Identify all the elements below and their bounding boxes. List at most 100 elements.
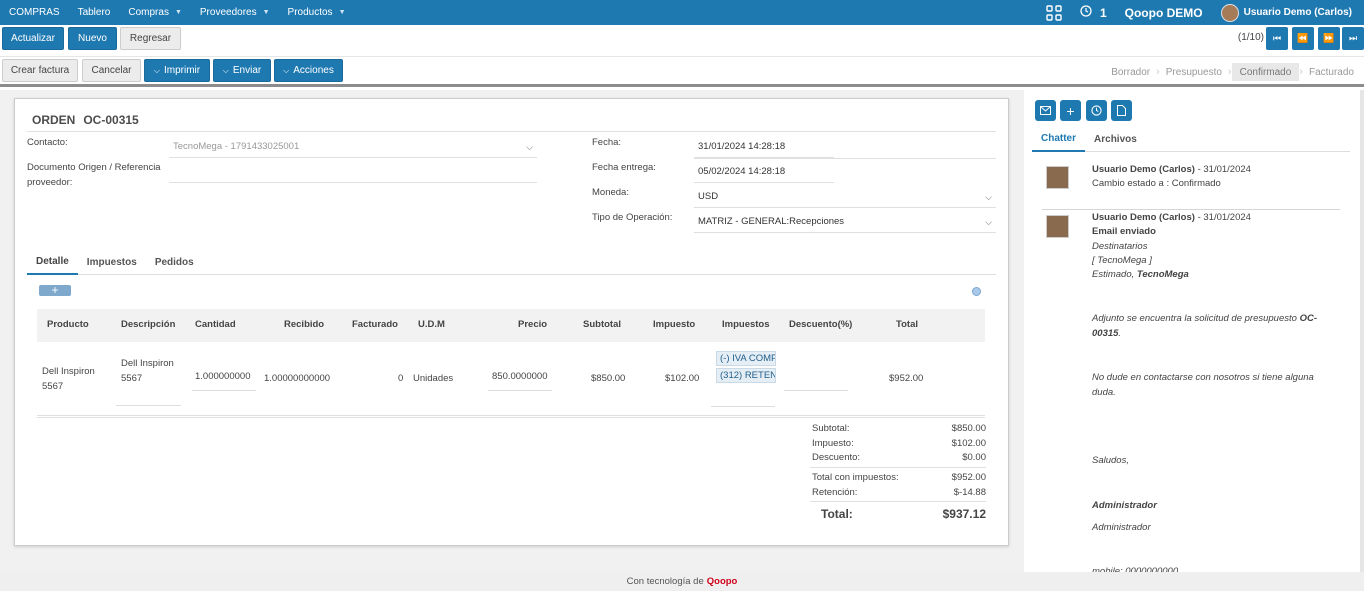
cancelar-button[interactable]: Cancelar — [82, 59, 141, 82]
msg2-header: Usuario Demo (Carlos) - 31/01/2024 — [1092, 212, 1251, 223]
cell-producto-line2: 5567 — [42, 381, 64, 392]
stage-confirmado[interactable]: Confirmado — [1231, 63, 1300, 81]
menu-tablero[interactable]: Tablero — [69, 0, 120, 25]
msg2-date: - 31/01/2024 — [1194, 212, 1251, 223]
msg2-estimado-name: TecnoMega — [1136, 269, 1189, 280]
divider — [810, 467, 986, 468]
divider — [694, 158, 996, 159]
last-page-icon[interactable]: ⏭ — [1342, 27, 1364, 50]
menu-proveedores[interactable]: Proveedores ▼ — [191, 0, 279, 25]
subtotal-value: $850.00 — [951, 423, 986, 434]
status-bar: Crear factura Cancelar ⌵ Imprimir ⌵ Enviar… — [0, 57, 1364, 87]
tab-pedidos[interactable]: Pedidos — [146, 249, 203, 275]
divider — [810, 501, 986, 502]
control-bar: Actualizar Nuevo Regresar (1/10) ⏮ ⏪ ⏩ ⏭ — [0, 25, 1364, 57]
pager-counter: (1/10) — [1237, 32, 1264, 43]
stage-borrador[interactable]: Borrador — [1105, 63, 1156, 81]
crear-factura-button[interactable]: Crear factura — [2, 59, 78, 82]
moneda-value: USD — [698, 191, 719, 202]
table-header: Producto Descripción Cantidad Recibido F… — [37, 309, 985, 342]
topnav-right: 1 Qoopo DEMO Usuario Demo (Carlos) — [1046, 0, 1364, 25]
activity-button[interactable]: 1 — [1080, 5, 1107, 20]
fecha-value: 31/01/2024 14:28:18 — [698, 141, 786, 152]
msg1-author: Usuario Demo (Carlos) — [1092, 164, 1195, 175]
impuesto-value: $102.00 — [951, 438, 986, 449]
cell-subtotal: $850.00 — [591, 373, 626, 384]
nuevo-button[interactable]: Nuevo — [68, 27, 117, 50]
stage-facturado[interactable]: Facturado — [1303, 63, 1360, 81]
actualizar-button[interactable]: Actualizar — [2, 27, 64, 50]
tipo-operacion-field[interactable]: MATRIZ - GENERAL:Recepciones ⌵ — [694, 211, 996, 233]
col-descuento: Descuento(%) — [789, 319, 853, 330]
fecha-entrega-label: Fecha entrega: — [592, 162, 656, 173]
envelope-icon[interactable] — [1035, 100, 1056, 121]
menu-compras[interactable]: Compras ▼ — [119, 0, 191, 25]
menu-productos[interactable]: Productos ▼ — [279, 0, 355, 25]
column-settings-icon[interactable] — [972, 287, 981, 296]
docorigen-field[interactable] — [169, 161, 537, 183]
imprimir-button[interactable]: ⌵ Imprimir — [144, 59, 210, 82]
col-impuestos: Impuestos — [722, 319, 770, 330]
menu-productos-label: Productos — [287, 7, 333, 18]
tab-detalle[interactable]: Detalle — [27, 249, 78, 275]
chevron-down-icon: ▼ — [174, 9, 182, 16]
cell-impuesto: $102.00 — [665, 373, 700, 384]
msg2-firma: Administrador — [1092, 522, 1151, 533]
divider — [37, 417, 985, 418]
plus-icon[interactable]: + — [1060, 100, 1081, 121]
prev-page-icon[interactable]: ⏪ — [1292, 27, 1314, 50]
clock-icon[interactable] — [1086, 100, 1107, 121]
docorigen-label: Documento Origen / Referencia proveedor: — [27, 160, 161, 190]
cell-cantidad[interactable]: 1.000000000 — [192, 371, 256, 391]
regresar-button[interactable]: Regresar — [120, 27, 181, 50]
contacto-value: TecnoMega - 1791433025001 — [173, 141, 300, 152]
activity-count: 1 — [1099, 5, 1107, 20]
enviar-button[interactable]: ⌵ Enviar — [213, 59, 271, 82]
cell-recibido: 1.00000000000 — [264, 373, 331, 384]
chatter-panel: + Chatter Archivos Usuario Demo (Carlos)… — [1024, 90, 1364, 572]
msg2-estimado: Estimado, TecnoMega — [1092, 269, 1189, 280]
divider — [37, 415, 985, 416]
tab-chatter[interactable]: Chatter — [1032, 126, 1086, 152]
first-page-icon[interactable]: ⏮ — [1266, 27, 1288, 50]
divider — [1042, 209, 1340, 210]
company-name[interactable]: Qoopo DEMO — [1125, 6, 1203, 20]
tax-tag-retencion[interactable]: (312) RETEN — [716, 368, 776, 383]
fecha-entrega-field[interactable]: 05/02/2024 14:28:18 — [694, 161, 834, 183]
contacto-field[interactable]: TecnoMega - 1791433025001 ⌵ — [169, 136, 537, 158]
col-producto: Producto — [47, 319, 89, 330]
tipo-operacion-label: Tipo de Operación: — [592, 212, 673, 223]
stage-bar: Borrador › Presupuesto › Confirmado › Fa… — [1105, 63, 1360, 81]
cell-producto[interactable]: Dell Inspiron 5567 — [42, 364, 95, 394]
user-menu[interactable]: Usuario Demo (Carlos) — [1220, 3, 1358, 22]
tab-impuestos[interactable]: Impuestos — [78, 249, 146, 275]
docorigen-label-line1: Documento Origen / Referencia — [27, 162, 161, 173]
chatter-scrollbar[interactable] — [1360, 90, 1364, 572]
footer-brand[interactable]: Qoopo — [707, 576, 738, 587]
tab-archivos[interactable]: Archivos — [1085, 126, 1146, 152]
apps-grid-icon[interactable] — [1046, 4, 1062, 21]
chevron-down-icon: ⌵ — [985, 217, 992, 227]
chevron-down-icon: ▼ — [262, 9, 270, 16]
col-subtotal: Subtotal — [583, 319, 621, 330]
title-prefix: ORDEN — [32, 113, 76, 127]
cell-precio[interactable]: 850.0000000 — [488, 371, 552, 391]
cell-descuento[interactable] — [784, 371, 848, 391]
fecha-field[interactable]: 31/01/2024 14:28:18 — [694, 136, 834, 158]
next-page-icon[interactable]: ⏩ — [1318, 27, 1340, 50]
msg1-text: Cambio estado a : Confirmado — [1092, 178, 1221, 189]
cell-descripcion[interactable]: Dell Inspiron 5567 — [116, 356, 181, 406]
moneda-field[interactable]: USD ⌵ — [694, 186, 996, 208]
tax-tag-iva[interactable]: (-) IVA COMP — [716, 351, 776, 366]
document-icon[interactable] — [1111, 100, 1132, 121]
msg2-subject: Email enviado — [1092, 226, 1156, 237]
msg2-destinatarios: Destinatarios — [1092, 241, 1148, 252]
enviar-label: Enviar — [232, 65, 262, 76]
add-line-button[interactable]: + — [39, 283, 71, 297]
stage-presupuesto[interactable]: Presupuesto — [1160, 63, 1228, 81]
avatar — [1046, 166, 1069, 189]
col-recibido: Recibido — [284, 319, 325, 330]
plus-icon: + — [51, 283, 59, 297]
acciones-button[interactable]: ⌵ Acciones — [274, 59, 343, 82]
app-name[interactable]: COMPRAS — [0, 0, 69, 25]
